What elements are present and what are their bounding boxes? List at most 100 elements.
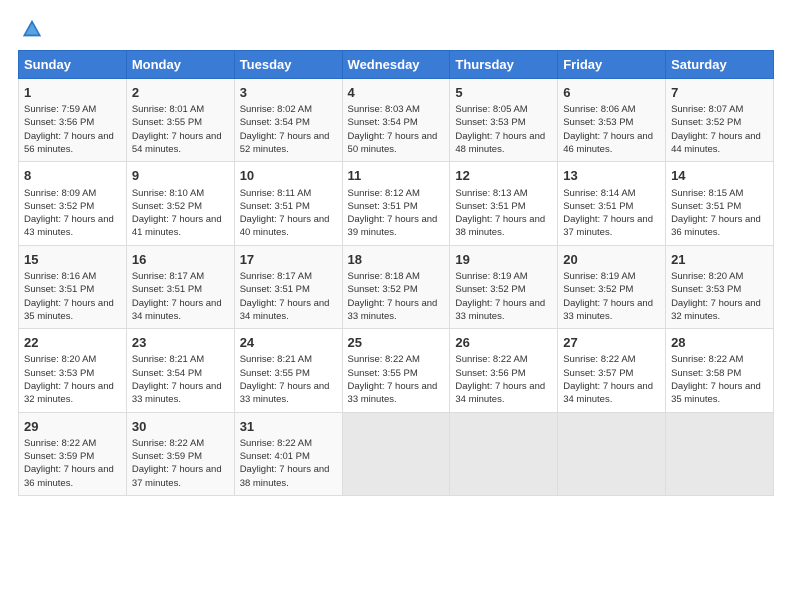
- sunrise-text: Sunrise: 8:15 AM: [671, 188, 743, 199]
- day-number: 21: [671, 251, 768, 269]
- sunrise-text: Sunrise: 8:22 AM: [563, 354, 635, 365]
- sunset-text: Sunset: 3:53 PM: [563, 117, 633, 128]
- day-number: 10: [240, 167, 337, 185]
- day-number: 23: [132, 334, 229, 352]
- day-number: 22: [24, 334, 121, 352]
- sunset-text: Sunset: 3:56 PM: [24, 117, 94, 128]
- day-number: 4: [348, 84, 445, 102]
- day-cell: 1Sunrise: 7:59 AMSunset: 3:56 PMDaylight…: [19, 79, 127, 162]
- day-number: 1: [24, 84, 121, 102]
- sunset-text: Sunset: 3:52 PM: [455, 284, 525, 295]
- sunrise-text: Sunrise: 8:19 AM: [563, 271, 635, 282]
- sunset-text: Sunset: 3:52 PM: [563, 284, 633, 295]
- day-cell: 13Sunrise: 8:14 AMSunset: 3:51 PMDayligh…: [558, 162, 666, 245]
- day-cell: 17Sunrise: 8:17 AMSunset: 3:51 PMDayligh…: [234, 245, 342, 328]
- day-number: 24: [240, 334, 337, 352]
- day-cell: [450, 412, 558, 495]
- day-cell: 27Sunrise: 8:22 AMSunset: 3:57 PMDayligh…: [558, 329, 666, 412]
- day-cell: 14Sunrise: 8:15 AMSunset: 3:51 PMDayligh…: [666, 162, 774, 245]
- sunrise-text: Sunrise: 8:06 AM: [563, 104, 635, 115]
- day-number: 11: [348, 167, 445, 185]
- page-container: SundayMondayTuesdayWednesdayThursdayFrid…: [0, 0, 792, 506]
- sunset-text: Sunset: 4:01 PM: [240, 451, 310, 462]
- daylight-text: Daylight: 7 hours and 52 minutes.: [240, 131, 330, 155]
- day-cell: 10Sunrise: 8:11 AMSunset: 3:51 PMDayligh…: [234, 162, 342, 245]
- day-cell: 19Sunrise: 8:19 AMSunset: 3:52 PMDayligh…: [450, 245, 558, 328]
- day-number: 25: [348, 334, 445, 352]
- day-number: 28: [671, 334, 768, 352]
- header: [18, 18, 774, 40]
- day-cell: 11Sunrise: 8:12 AMSunset: 3:51 PMDayligh…: [342, 162, 450, 245]
- sunrise-text: Sunrise: 8:22 AM: [24, 438, 96, 449]
- day-number: 7: [671, 84, 768, 102]
- daylight-text: Daylight: 7 hours and 56 minutes.: [24, 131, 114, 155]
- daylight-text: Daylight: 7 hours and 33 minutes.: [348, 298, 438, 322]
- day-cell: 3Sunrise: 8:02 AMSunset: 3:54 PMDaylight…: [234, 79, 342, 162]
- week-row-1: 1Sunrise: 7:59 AMSunset: 3:56 PMDaylight…: [19, 79, 774, 162]
- day-number: 31: [240, 418, 337, 436]
- sunset-text: Sunset: 3:55 PM: [132, 117, 202, 128]
- daylight-text: Daylight: 7 hours and 32 minutes.: [671, 298, 761, 322]
- day-number: 14: [671, 167, 768, 185]
- sunrise-text: Sunrise: 8:02 AM: [240, 104, 312, 115]
- daylight-text: Daylight: 7 hours and 38 minutes.: [240, 464, 330, 488]
- sunrise-text: Sunrise: 8:22 AM: [671, 354, 743, 365]
- sunset-text: Sunset: 3:52 PM: [24, 201, 94, 212]
- daylight-text: Daylight: 7 hours and 35 minutes.: [24, 298, 114, 322]
- sunrise-text: Sunrise: 8:17 AM: [240, 271, 312, 282]
- day-cell: [666, 412, 774, 495]
- day-cell: 26Sunrise: 8:22 AMSunset: 3:56 PMDayligh…: [450, 329, 558, 412]
- sunset-text: Sunset: 3:54 PM: [240, 117, 310, 128]
- sunrise-text: Sunrise: 8:22 AM: [132, 438, 204, 449]
- sunset-text: Sunset: 3:51 PM: [563, 201, 633, 212]
- day-cell: 22Sunrise: 8:20 AMSunset: 3:53 PMDayligh…: [19, 329, 127, 412]
- sunrise-text: Sunrise: 8:09 AM: [24, 188, 96, 199]
- daylight-text: Daylight: 7 hours and 44 minutes.: [671, 131, 761, 155]
- day-cell: 2Sunrise: 8:01 AMSunset: 3:55 PMDaylight…: [126, 79, 234, 162]
- sunrise-text: Sunrise: 8:12 AM: [348, 188, 420, 199]
- sunset-text: Sunset: 3:51 PM: [240, 284, 310, 295]
- header-cell-wednesday: Wednesday: [342, 51, 450, 79]
- day-number: 17: [240, 251, 337, 269]
- sunset-text: Sunset: 3:52 PM: [671, 117, 741, 128]
- daylight-text: Daylight: 7 hours and 43 minutes.: [24, 214, 114, 238]
- header-row: SundayMondayTuesdayWednesdayThursdayFrid…: [19, 51, 774, 79]
- sunrise-text: Sunrise: 8:13 AM: [455, 188, 527, 199]
- daylight-text: Daylight: 7 hours and 39 minutes.: [348, 214, 438, 238]
- sunset-text: Sunset: 3:54 PM: [132, 368, 202, 379]
- day-number: 27: [563, 334, 660, 352]
- sunrise-text: Sunrise: 8:16 AM: [24, 271, 96, 282]
- daylight-text: Daylight: 7 hours and 54 minutes.: [132, 131, 222, 155]
- sunrise-text: Sunrise: 8:21 AM: [240, 354, 312, 365]
- sunrise-text: Sunrise: 8:21 AM: [132, 354, 204, 365]
- day-cell: 25Sunrise: 8:22 AMSunset: 3:55 PMDayligh…: [342, 329, 450, 412]
- daylight-text: Daylight: 7 hours and 33 minutes.: [132, 381, 222, 405]
- sunset-text: Sunset: 3:59 PM: [24, 451, 94, 462]
- day-number: 6: [563, 84, 660, 102]
- header-cell-tuesday: Tuesday: [234, 51, 342, 79]
- day-number: 15: [24, 251, 121, 269]
- calendar-table: SundayMondayTuesdayWednesdayThursdayFrid…: [18, 50, 774, 496]
- sunset-text: Sunset: 3:51 PM: [132, 284, 202, 295]
- sunrise-text: Sunrise: 8:05 AM: [455, 104, 527, 115]
- daylight-text: Daylight: 7 hours and 32 minutes.: [24, 381, 114, 405]
- day-cell: [558, 412, 666, 495]
- day-cell: 7Sunrise: 8:07 AMSunset: 3:52 PMDaylight…: [666, 79, 774, 162]
- sunset-text: Sunset: 3:52 PM: [348, 284, 418, 295]
- sunset-text: Sunset: 3:59 PM: [132, 451, 202, 462]
- sunrise-text: Sunrise: 8:19 AM: [455, 271, 527, 282]
- week-row-3: 15 Sunrise: 8:16 AM Sunset: 3:51 PM Dayligh…: [19, 245, 774, 328]
- daylight-text: Daylight: 7 hours and 38 minutes.: [455, 214, 545, 238]
- sunset-text: Sunset: 3:51 PM: [455, 201, 525, 212]
- daylight-text: Daylight: 7 hours and 33 minutes.: [563, 298, 653, 322]
- day-cell: 24Sunrise: 8:21 AMSunset: 3:55 PMDayligh…: [234, 329, 342, 412]
- day-number: 26: [455, 334, 552, 352]
- sunset-text: Sunset: 3:53 PM: [24, 368, 94, 379]
- day-cell: 9Sunrise: 8:10 AMSunset: 3:52 PMDaylight…: [126, 162, 234, 245]
- day-number: 12: [455, 167, 552, 185]
- sunrise-text: Sunrise: 8:03 AM: [348, 104, 420, 115]
- daylight-text: Daylight: 7 hours and 37 minutes.: [563, 214, 653, 238]
- sunset-text: Sunset: 3:53 PM: [455, 117, 525, 128]
- day-cell: 28Sunrise: 8:22 AMSunset: 3:58 PMDayligh…: [666, 329, 774, 412]
- header-cell-friday: Friday: [558, 51, 666, 79]
